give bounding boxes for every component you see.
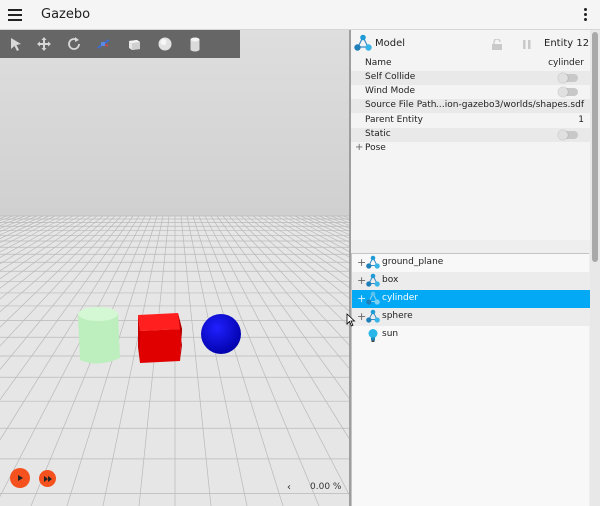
tree-item-cylinder[interactable]: + cylinder <box>352 290 590 308</box>
entity-tree: + ground_plane + box + cylinder + sphere… <box>351 253 590 506</box>
property-value[interactable]: cylinder <box>548 58 584 68</box>
model-icon <box>354 34 372 51</box>
sphere-model[interactable] <box>201 314 241 354</box>
property-row-parent-entity: Parent Entity 1 <box>351 114 590 128</box>
model-icon <box>366 309 380 323</box>
scene-canvas <box>0 30 349 506</box>
cylinder-shape-icon[interactable] <box>185 34 205 54</box>
tree-item-label: ground_plane <box>382 257 444 267</box>
sphere-shape-icon[interactable] <box>155 34 175 54</box>
scene-toolbar <box>0 30 240 58</box>
scene-3d-view[interactable] <box>0 30 349 506</box>
property-key: Source File Path <box>365 100 437 110</box>
play-button[interactable] <box>10 468 30 488</box>
model-icon <box>366 255 380 269</box>
wind-mode-toggle[interactable] <box>558 87 578 97</box>
property-key: Parent Entity <box>365 115 423 125</box>
expand-icon[interactable]: + <box>355 142 363 153</box>
tree-item-label: box <box>382 275 399 285</box>
rotate-tool-icon[interactable] <box>64 34 84 54</box>
title-bar: Gazebo <box>0 0 600 30</box>
step-button[interactable] <box>39 470 56 487</box>
more-options-icon[interactable] <box>584 8 588 22</box>
panel-scrollbar[interactable] <box>590 30 600 506</box>
property-value: …ion-gazebo3/worlds/shapes.sdf <box>435 100 584 110</box>
tree-item-ground-plane[interactable]: + ground_plane <box>352 254 590 272</box>
box-model[interactable] <box>138 313 182 363</box>
entity-type-label: Model <box>375 38 406 49</box>
property-value: 1 <box>578 115 584 125</box>
tree-item-label: sun <box>382 329 399 339</box>
mouse-cursor-icon <box>346 313 356 327</box>
light-bulb-icon <box>368 329 378 342</box>
property-row-pose[interactable]: + Pose <box>351 142 590 156</box>
property-row-source-file: Source File Path …ion-gazebo3/worlds/sha… <box>351 99 590 113</box>
model-icon <box>366 291 380 305</box>
property-row-self-collide: Self Collide <box>351 71 590 85</box>
select-tool-icon[interactable] <box>6 34 26 54</box>
property-row-wind-mode: Wind Mode <box>351 85 590 99</box>
property-row-name: Name cylinder <box>351 57 590 71</box>
hamburger-menu-icon[interactable] <box>8 9 22 21</box>
tree-item-sphere[interactable]: + sphere <box>352 308 590 326</box>
cylinder-model[interactable] <box>78 307 120 364</box>
collapse-stats-icon[interactable]: ‹ <box>287 482 291 493</box>
scrollbar-thumb[interactable] <box>592 32 598 262</box>
fast-forward-icon <box>43 475 52 482</box>
property-key: Self Collide <box>365 72 416 82</box>
self-collide-toggle[interactable] <box>558 73 578 83</box>
pause-icon[interactable] <box>521 39 533 50</box>
box-shape-icon[interactable] <box>124 34 144 54</box>
real-time-factor: 0.00 % <box>310 482 342 492</box>
app-title: Gazebo <box>41 7 91 22</box>
component-inspector: Model Entity 12 Name cylinder Self Colli… <box>351 30 590 240</box>
lock-icon[interactable] <box>491 39 503 50</box>
translate-tool-icon[interactable] <box>34 34 54 54</box>
property-row-static: Static <box>351 128 590 142</box>
entity-id-label: Entity 12 <box>544 38 590 49</box>
property-key: Name <box>365 58 392 68</box>
model-icon <box>366 273 380 287</box>
static-toggle[interactable] <box>558 130 578 140</box>
tree-item-label: cylinder <box>382 293 418 303</box>
property-key: Pose <box>365 143 386 153</box>
play-icon <box>18 475 23 481</box>
property-key: Static <box>365 129 391 139</box>
property-key: Wind Mode <box>365 86 416 96</box>
tree-item-label: sphere <box>382 311 413 321</box>
inspector-header: Model Entity 12 <box>351 30 590 58</box>
tree-item-sun[interactable]: sun <box>352 326 590 344</box>
transform-axes-icon[interactable] <box>93 34 113 54</box>
tree-item-box[interactable]: + box <box>352 272 590 290</box>
